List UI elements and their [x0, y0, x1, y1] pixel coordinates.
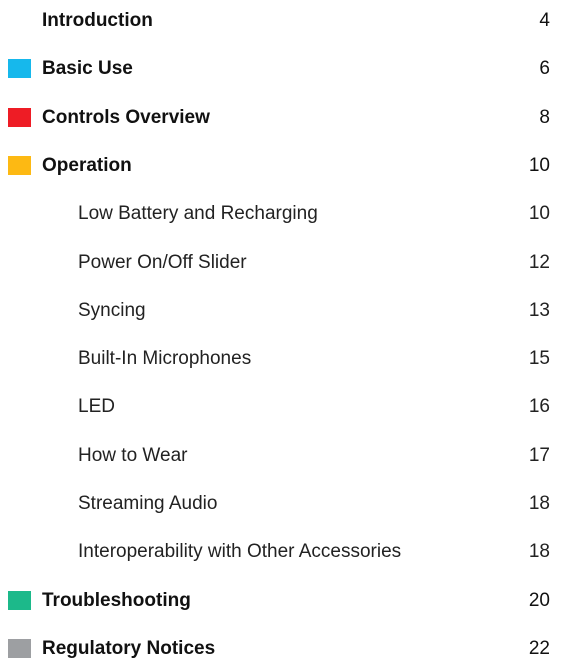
- toc-subentry-title: Low Battery and Recharging: [78, 203, 318, 224]
- toc-entry-title: Controls Overview: [42, 107, 210, 128]
- toc-entry-page: 4: [539, 10, 550, 31]
- toc-subentry-page: 16: [528, 396, 550, 417]
- toc-entry-title: Operation: [42, 155, 132, 176]
- section-color-marker: [8, 591, 31, 610]
- toc-subentry-page: 13: [528, 300, 550, 321]
- toc-subentry[interactable]: How to Wear 17: [0, 445, 562, 469]
- toc-subentry[interactable]: Low Battery and Recharging 10: [0, 203, 562, 227]
- toc-subentry[interactable]: Streaming Audio 18: [0, 493, 562, 517]
- toc-entry-title: Basic Use: [42, 58, 133, 79]
- toc-subentry-page: 18: [528, 493, 550, 514]
- toc-entry-regulatory-notices[interactable]: Regulatory Notices 22: [0, 638, 562, 662]
- toc-subentry-title: Streaming Audio: [78, 493, 218, 514]
- toc-subentry[interactable]: Power On/Off Slider 12: [0, 252, 562, 276]
- toc-entry-operation[interactable]: Operation 10: [0, 155, 562, 179]
- toc-subentry-page: 18: [528, 541, 550, 562]
- toc-subentry-page: 12: [528, 252, 550, 273]
- toc-entry-page: 6: [539, 58, 550, 79]
- toc-subentry-title: How to Wear: [78, 445, 188, 466]
- toc-entry-troubleshooting[interactable]: Troubleshooting 20: [0, 590, 562, 614]
- toc-entry-controls-overview[interactable]: Controls Overview 8: [0, 107, 562, 131]
- toc-entry-page: 22: [528, 638, 550, 659]
- toc-subentry-title: Power On/Off Slider: [78, 252, 247, 273]
- toc-entry-basic-use[interactable]: Basic Use 6: [0, 58, 562, 82]
- toc-subentry[interactable]: Interoperability with Other Accessories …: [0, 541, 562, 565]
- toc-subentry[interactable]: Syncing 13: [0, 300, 562, 324]
- section-color-marker: [8, 59, 31, 78]
- toc-subentry-page: 15: [528, 348, 550, 369]
- toc-entry-page: 10: [528, 155, 550, 176]
- toc-entry-introduction[interactable]: Introduction 4: [0, 10, 562, 34]
- toc-subentry[interactable]: Built-In Microphones 15: [0, 348, 562, 372]
- toc-subentry-title: LED: [78, 396, 115, 417]
- toc-subentry-page: 17: [528, 445, 550, 466]
- table-of-contents: Introduction 4 Basic Use 6 Controls Over…: [0, 0, 562, 666]
- toc-subentry[interactable]: LED 16: [0, 396, 562, 420]
- section-color-marker: [8, 108, 31, 127]
- toc-entry-page: 8: [539, 107, 550, 128]
- section-color-marker: [8, 156, 31, 175]
- toc-entry-title: Regulatory Notices: [42, 638, 216, 659]
- toc-subentry-title: Syncing: [78, 300, 146, 321]
- toc-entry-title: Introduction: [42, 10, 153, 31]
- toc-subentry-title: Built-In Microphones: [78, 348, 252, 369]
- toc-entry-page: 20: [528, 590, 550, 611]
- section-color-marker: [8, 639, 31, 658]
- toc-subentry-page: 10: [528, 203, 550, 224]
- toc-subentry-title: Interoperability with Other Accessories: [78, 541, 402, 562]
- toc-entry-title: Troubleshooting: [42, 590, 191, 611]
